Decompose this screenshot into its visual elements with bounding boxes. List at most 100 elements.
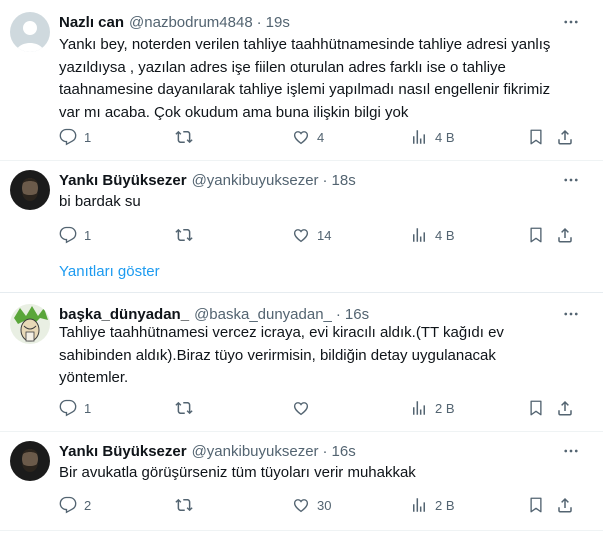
bookmark-button[interactable]: [527, 127, 545, 147]
tweet-actions: 1 2 B: [59, 398, 589, 418]
reply-button[interactable]: 1: [59, 127, 91, 147]
share-button[interactable]: [556, 495, 574, 515]
tweet-text: Bir avukatla görüşürseniz tüm tüyoları v…: [59, 464, 416, 481]
views-count: 2 B: [435, 400, 455, 416]
heart-icon: [293, 402, 309, 416]
like-count: 30: [317, 497, 332, 513]
show-replies-link[interactable]: Yanıtları göster: [59, 263, 160, 280]
author-handle[interactable]: @yankibuyuksezer: [192, 443, 319, 460]
heart-icon: [293, 131, 309, 145]
views-count: 2 B: [435, 497, 455, 513]
views-button[interactable]: 2 B: [410, 495, 455, 515]
like-count: 14: [317, 227, 332, 243]
more-options-icon[interactable]: [561, 12, 581, 32]
avatar[interactable]: [10, 304, 50, 344]
retweet-button[interactable]: [175, 225, 200, 245]
avatar[interactable]: [10, 170, 50, 210]
views-count: 4 B: [435, 129, 455, 145]
divider: [0, 160, 603, 161]
like-button[interactable]: 4: [292, 127, 324, 147]
analytics-icon: [413, 401, 425, 415]
profile-photo-icon: [10, 441, 50, 481]
author-handle[interactable]: @nazbodrum4848: [129, 14, 253, 31]
reply-icon: [59, 496, 77, 514]
heart-icon: [293, 229, 309, 243]
share-icon: [558, 227, 572, 243]
tweet-text: bi bardak su: [59, 193, 141, 210]
timestamp[interactable]: 19s: [266, 14, 290, 31]
views-count: 4 B: [435, 227, 455, 243]
share-button[interactable]: [556, 398, 574, 418]
tweet-actions: 1 14 4 B: [59, 225, 589, 245]
tweet-actions: 2 30 2 B: [59, 495, 589, 515]
default-avatar-icon: [10, 12, 50, 52]
retweet-button[interactable]: [175, 398, 200, 418]
analytics-icon: [413, 228, 425, 242]
views-button[interactable]: 4 B: [410, 127, 455, 147]
divider: [0, 431, 603, 432]
reply-icon: [59, 399, 77, 417]
reply-button[interactable]: 1: [59, 398, 91, 418]
share-icon: [558, 400, 572, 416]
separator-dot: ·: [256, 13, 262, 31]
reply-count: 1: [84, 129, 92, 145]
like-button[interactable]: 14: [292, 225, 331, 245]
heart-icon: [293, 499, 309, 513]
reply-button[interactable]: 1: [59, 225, 91, 245]
retweet-icon: [175, 401, 193, 415]
separator-dot: ·: [322, 442, 328, 460]
timestamp[interactable]: 16s: [332, 443, 356, 460]
reply-count: 1: [84, 400, 92, 416]
views-button[interactable]: 4 B: [410, 225, 455, 245]
divider: [0, 530, 603, 531]
timestamp[interactable]: 16s: [345, 306, 369, 323]
tweet-text: Yankı bey, noterden verilen tahliye taah…: [59, 36, 551, 121]
reply-count: 1: [84, 227, 92, 243]
avatar[interactable]: [10, 441, 50, 481]
reply-icon: [59, 226, 77, 244]
share-button[interactable]: [556, 127, 574, 147]
like-count: 4: [317, 129, 325, 145]
bookmark-icon: [530, 129, 542, 145]
timestamp[interactable]: 18s: [332, 172, 356, 189]
author-name[interactable]: Yankı Büyüksezer: [59, 172, 187, 189]
profile-photo-icon: [10, 170, 50, 210]
bookmark-button[interactable]: [527, 398, 545, 418]
section-divider: [0, 292, 603, 293]
bookmark-icon: [530, 227, 542, 243]
retweet-icon: [175, 130, 193, 144]
reply-icon: [59, 128, 77, 146]
share-button[interactable]: [556, 225, 574, 245]
retweet-button[interactable]: [175, 127, 200, 147]
retweet-icon: [175, 228, 193, 242]
like-button[interactable]: 30: [292, 495, 331, 515]
tweet-text: Tahliye taahhütnamesi vercez icraya, evi…: [59, 324, 504, 386]
retweet-icon: [175, 498, 193, 512]
tweet-actions: 1 4 4 B: [59, 127, 589, 147]
bookmark-icon: [530, 400, 542, 416]
bookmark-button[interactable]: [527, 495, 545, 515]
more-options-icon[interactable]: [561, 170, 581, 190]
author-handle[interactable]: @baska_dunyadan_: [194, 306, 332, 323]
share-icon: [558, 497, 572, 513]
more-options-icon[interactable]: [561, 304, 581, 324]
bookmark-button[interactable]: [527, 225, 545, 245]
views-button[interactable]: 2 B: [410, 398, 455, 418]
retweet-button[interactable]: [175, 495, 200, 515]
share-icon: [558, 129, 572, 145]
author-handle[interactable]: @yankibuyuksezer: [192, 172, 319, 189]
author-name[interactable]: Yankı Büyüksezer: [59, 443, 187, 460]
analytics-icon: [413, 498, 425, 512]
like-button[interactable]: [292, 398, 317, 418]
author-name[interactable]: Nazlı can: [59, 14, 124, 31]
reply-button[interactable]: 2: [59, 495, 91, 515]
avatar[interactable]: [10, 12, 50, 52]
author-name[interactable]: başka_dünyadan_: [59, 306, 189, 323]
reply-count: 2: [84, 497, 92, 513]
separator-dot: ·: [322, 171, 328, 189]
more-options-icon[interactable]: [561, 441, 581, 461]
separator-dot: ·: [335, 305, 341, 323]
analytics-icon: [413, 130, 425, 144]
profile-photo-icon: [10, 304, 50, 344]
bookmark-icon: [530, 497, 542, 513]
